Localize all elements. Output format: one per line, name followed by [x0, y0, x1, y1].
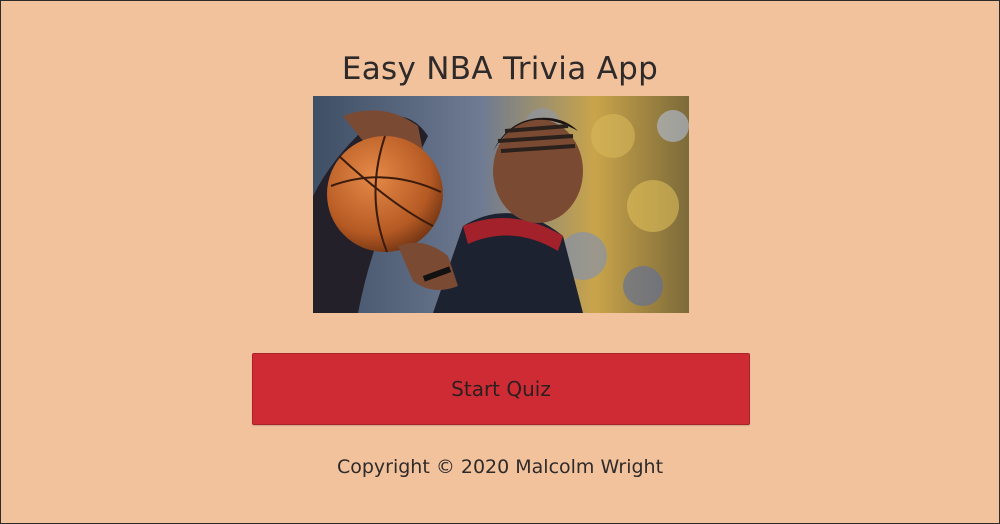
hero-image	[313, 96, 689, 313]
basketball-player-illustration	[313, 96, 689, 313]
start-quiz-label: Start Quiz	[451, 377, 551, 401]
copyright-footer: Copyright © 2020 Malcolm Wright	[336, 456, 664, 478]
start-quiz-button[interactable]: Start Quiz	[252, 353, 750, 425]
page-title: Easy NBA Trivia App	[341, 50, 659, 87]
